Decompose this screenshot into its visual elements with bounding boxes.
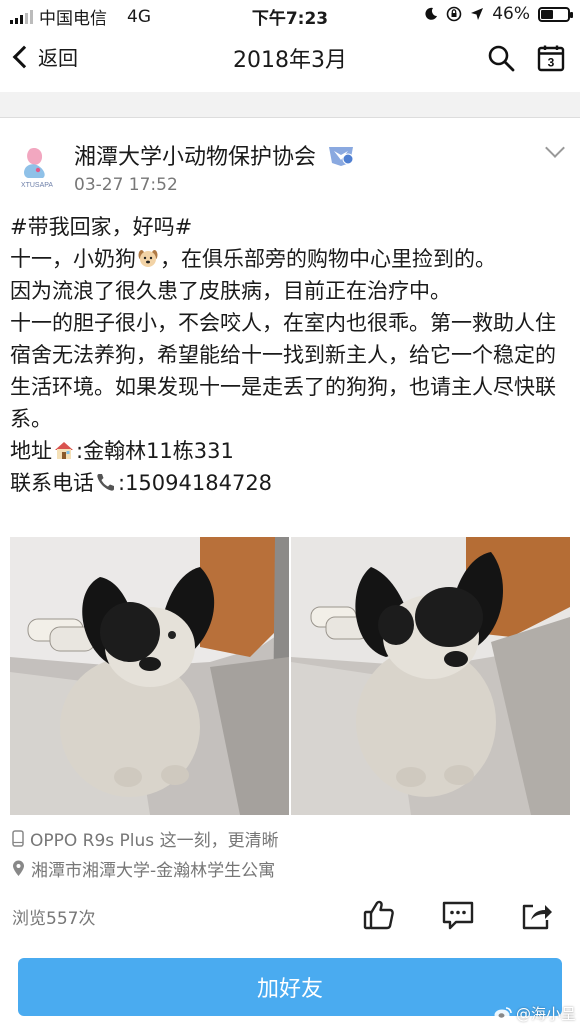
phone-number[interactable]: :15094184728 (118, 471, 272, 495)
phone-emoji-icon (97, 474, 114, 491)
post-text-a: 十一，小奶狗 (10, 247, 136, 271)
post-photo-2[interactable] (291, 537, 570, 815)
post-body: #带我回家，好吗# 十一，小奶狗 ，在俱乐部旁的购物中心里捡到的。 因为流浪了很久… (10, 211, 572, 499)
post-text-b: ，在俱乐部旁的购物中心里捡到的。 (160, 247, 496, 271)
watermark-text: @海小呈 (516, 1005, 577, 1023)
thumbs-up-icon[interactable] (362, 898, 396, 932)
view-count: 浏览557次 (12, 909, 96, 929)
weibo-logo-icon (494, 1007, 512, 1021)
dog-photo-image (291, 537, 570, 815)
watermark: @海小呈 (494, 1003, 576, 1024)
verified-badge-icon (329, 147, 354, 166)
moon-icon (425, 7, 438, 20)
chevron-down-icon[interactable] (545, 138, 565, 158)
location-line[interactable]: 湘潭市湘潭大学-金瀚林学生公寓 (12, 856, 275, 881)
lock-rotation-icon (446, 6, 462, 22)
calendar-day: 3 (548, 56, 555, 70)
location-arrow-icon (471, 8, 484, 20)
post-time: 03-27 17:52 (74, 175, 178, 195)
avatar-logo-icon: XTUSAPA (21, 148, 53, 189)
comment-icon[interactable] (441, 898, 475, 932)
device-text: OPPO R9s Plus 这一刻，更清晰 (30, 831, 279, 851)
dog-photo-image (10, 537, 289, 815)
calendar-icon[interactable]: 3 (537, 44, 565, 72)
device-line: OPPO R9s Plus 这一刻，更清晰 (12, 826, 279, 851)
status-right: 46% (424, 4, 573, 24)
avatar-text: XTUSAPA (21, 182, 53, 189)
post-hashtag[interactable]: #带我回家，好吗# (10, 211, 572, 243)
battery-percent: 46% (492, 4, 530, 24)
post-line: 十一，小奶狗 ，在俱乐部旁的购物中心里捡到的。 (10, 243, 572, 275)
phone-label: 联系电话 (10, 471, 94, 495)
dog-emoji-icon (138, 250, 158, 267)
address-value: :金翰林11栋331 (76, 439, 234, 463)
phone-device-icon (12, 830, 24, 847)
author-row: 湘潭大学小动物保护协会 (74, 139, 356, 171)
status-bar: 中国电信 4G 下午7:23 46% (0, 0, 580, 30)
avatar[interactable]: XTUSAPA (12, 142, 62, 192)
post-line-3: 因为流浪了很久患了皮肤病，目前正在治疗中。 (10, 279, 451, 303)
battery-fill (541, 9, 553, 19)
section-divider (0, 92, 580, 118)
address-label: 地址 (10, 439, 52, 463)
author-name[interactable]: 湘潭大学小动物保护协会 (74, 139, 316, 171)
house-emoji-icon (55, 442, 73, 459)
phone-line: 联系电话 :15094184728 (10, 467, 572, 499)
divider-line (0, 117, 580, 118)
search-icon[interactable] (487, 44, 515, 72)
location-text: 湘潭市湘潭大学-金瀚林学生公寓 (31, 861, 276, 881)
post-line-4: 十一的胆子很小，不会咬人，在室内也很乖。第一救助人住宿舍无法养狗，希望能给十一找… (10, 311, 556, 431)
share-icon[interactable] (520, 898, 554, 932)
battery-icon (538, 6, 573, 22)
map-pin-icon (13, 860, 24, 876)
add-friend-button[interactable]: 加好友 (18, 958, 562, 1016)
nav-bar: 返回 2018年3月 3 (0, 30, 580, 86)
post-photo-1[interactable] (10, 537, 289, 815)
address-line: 地址 :金翰林11栋331 (10, 435, 572, 467)
